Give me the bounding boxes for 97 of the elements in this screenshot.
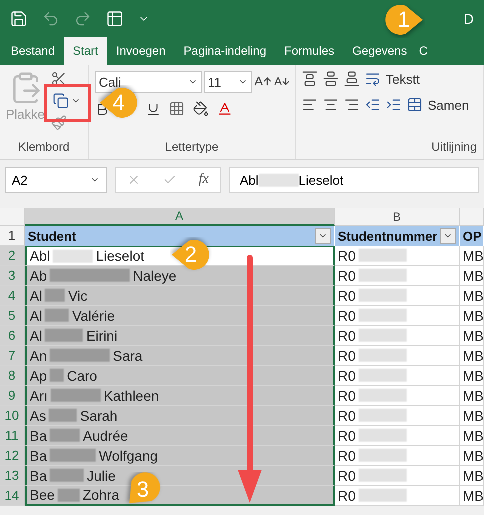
table-cell: R0 <box>335 486 460 506</box>
font-name-field[interactable]: Cali <box>95 71 202 93</box>
table-cell: R0 <box>335 366 460 386</box>
table-cell: MB <box>460 446 484 466</box>
row-number: 8 <box>0 366 25 386</box>
row-number: 10 <box>0 406 25 426</box>
table-cell: Al Vic <box>25 286 335 306</box>
table-cell: MB <box>460 426 484 446</box>
table-cell: MB <box>460 366 484 386</box>
table-cell: R0 <box>335 386 460 406</box>
table-cell: R0 <box>335 246 460 266</box>
table-cell: As Sarah <box>25 406 335 426</box>
top-align-icon[interactable] <box>302 71 318 87</box>
column-header[interactable]: A <box>25 208 335 226</box>
scissors-icon[interactable] <box>51 71 68 87</box>
merge-label[interactable]: Samen <box>428 98 470 112</box>
table-cell: R0 <box>335 446 460 466</box>
filter-button[interactable] <box>440 228 456 244</box>
window-title: D <box>464 10 474 26</box>
ribbon-tab[interactable]: Pagina-indeling <box>174 37 276 65</box>
table-cell: R0 <box>335 306 460 326</box>
row-number: 5 <box>0 306 25 326</box>
table-cell: MB <box>460 486 484 506</box>
table-cell: R0 <box>335 286 460 306</box>
table-cell: Ba Wolfgang <box>25 446 335 466</box>
group-label: Uitlijning <box>430 140 477 156</box>
underline-icon[interactable] <box>146 102 161 116</box>
row-number: 6 <box>0 326 25 346</box>
table-cell: Ap Caro <box>25 366 335 386</box>
wrap-text-label[interactable]: Tekstt <box>386 72 420 86</box>
row-number: 2 <box>0 246 25 266</box>
callout-badge: 2 <box>170 237 212 273</box>
table-cell: Ba Audrée <box>25 426 335 446</box>
table-cell: Ab Naleye <box>25 266 335 286</box>
table-cell: R0 <box>335 406 460 426</box>
middle-align-icon[interactable] <box>323 71 339 87</box>
row-number: 1 <box>0 226 25 246</box>
wrap-text-icon[interactable] <box>365 71 381 87</box>
table-cell: Al Eirini <box>25 326 335 346</box>
table-cell: R0 <box>335 326 460 346</box>
row-number: 9 <box>0 386 25 406</box>
table-cell: Al Valérie <box>25 306 335 326</box>
ribbon-tab[interactable]: Invoegen <box>107 37 175 65</box>
header-cell: Student <box>25 226 335 246</box>
fill-color-icon[interactable] <box>193 101 209 117</box>
copy-icon <box>53 93 70 109</box>
ribbon-tab[interactable]: Gegevens <box>344 37 416 65</box>
font-size-field[interactable]: 11 <box>204 71 252 93</box>
table-cell: MB <box>460 326 484 346</box>
row-number: 12 <box>0 446 25 466</box>
row-number: 4 <box>0 286 25 306</box>
column-header[interactable]: B <box>335 208 460 226</box>
table-cell: R0 <box>335 466 460 486</box>
align-right-icon[interactable] <box>344 97 360 113</box>
row-number: 3 <box>0 266 25 286</box>
group-label: Klembord <box>17 140 71 156</box>
table-cell: MB <box>460 306 484 326</box>
function-button[interactable]: fx <box>198 172 209 188</box>
ribbon-tab[interactable]: Start <box>64 37 108 65</box>
row-number: 14 <box>0 486 25 506</box>
save-icon[interactable] <box>10 10 28 28</box>
table-cell: R0 <box>335 266 460 286</box>
ribbon-tab[interactable]: Bestand <box>2 37 64 65</box>
filter-button[interactable] <box>315 228 331 244</box>
font-color-icon[interactable] <box>217 101 233 117</box>
table-cell: R0 <box>335 426 460 446</box>
header-cell: OP <box>460 226 484 246</box>
row-number: 7 <box>0 346 25 366</box>
table-cell: MB <box>460 286 484 306</box>
table-cell: An Sara <box>25 346 335 366</box>
merge-icon[interactable] <box>407 97 423 113</box>
table-cell: MB <box>460 466 484 486</box>
table-cell: MB <box>460 406 484 426</box>
paste-label: Plakke <box>6 107 46 122</box>
row-number: 13 <box>0 466 25 486</box>
header-cell: Studentnummer <box>335 226 460 246</box>
ribbon-tab[interactable]: C <box>416 37 431 65</box>
name-box[interactable]: A2 <box>5 167 107 193</box>
formula-field[interactable]: Abl Lieselot <box>229 167 479 193</box>
ribbon-tab[interactable]: Formules <box>276 37 344 65</box>
group-label: Lettertype <box>164 140 220 156</box>
increase-indent-icon[interactable] <box>386 97 402 113</box>
bottom-align-icon[interactable] <box>344 71 360 87</box>
row-number: 11 <box>0 426 25 446</box>
callout-badge: 1 <box>383 2 425 38</box>
align-left-icon[interactable] <box>302 97 318 113</box>
table-cell: MB <box>460 346 484 366</box>
table-cell: MB <box>460 266 484 286</box>
paintbrush-icon[interactable] <box>51 115 68 131</box>
borders-icon[interactable] <box>169 101 185 117</box>
table-cell: R0 <box>335 346 460 366</box>
table-cell: MB <box>460 246 484 266</box>
align-center-icon[interactable] <box>323 97 339 113</box>
highlight-frame <box>44 84 91 122</box>
table-cell: Arı Kathleen <box>25 386 335 406</box>
decrease-indent-icon[interactable] <box>365 97 381 113</box>
table-cell: MB <box>460 386 484 406</box>
